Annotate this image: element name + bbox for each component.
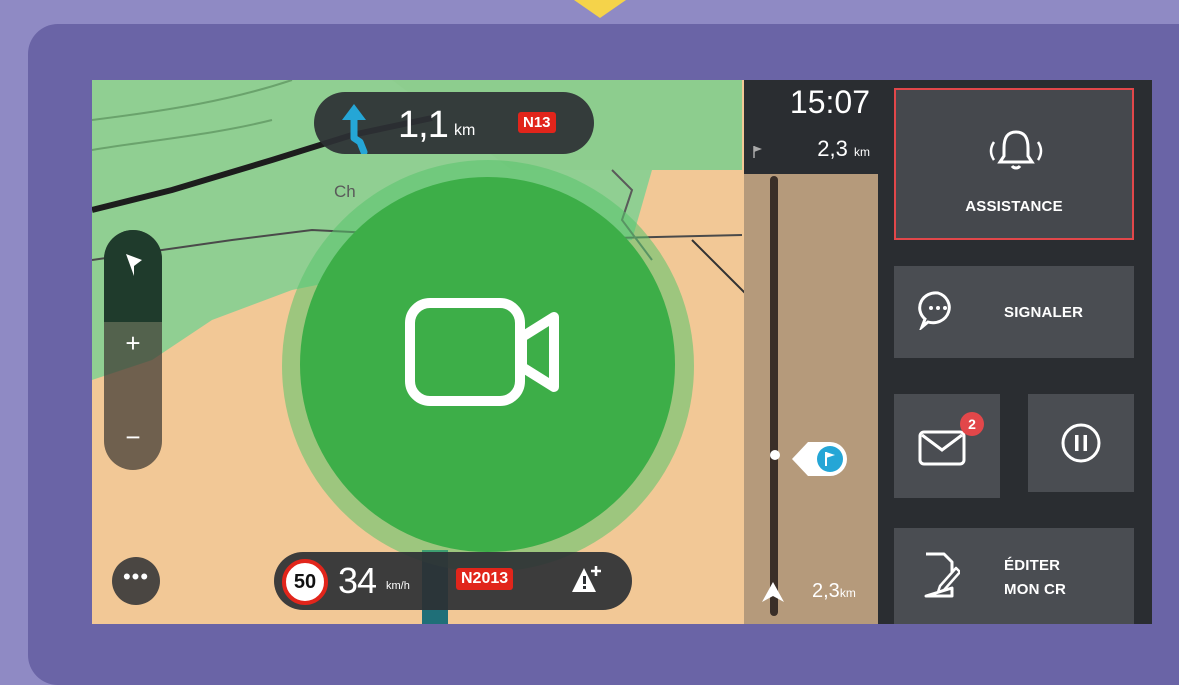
warning-plus-icon[interactable] xyxy=(570,564,604,598)
zoom-in-button[interactable]: + xyxy=(104,328,162,359)
instruction-distance-unit: km xyxy=(454,122,476,139)
side-panel: ASSISTANCE SIGNALER 2 ÉDITER MON CR xyxy=(878,80,1152,624)
speed-limit-sign: 50 xyxy=(282,559,328,605)
speed-unit: km/h xyxy=(386,580,410,592)
edit-report-label-line1: ÉDITER xyxy=(1004,557,1061,574)
map-view[interactable]: Ch 1,1 km N13 + − ••• 50 34 km/h N2013 1… xyxy=(92,80,878,624)
pause-button[interactable] xyxy=(1028,394,1134,492)
messages-button[interactable]: 2 xyxy=(894,394,1000,498)
pointer-marker xyxy=(574,0,626,18)
bell-icon xyxy=(989,130,1043,170)
signaler-button[interactable]: SIGNALER xyxy=(894,266,1134,358)
assistance-label: ASSISTANCE xyxy=(965,198,1063,215)
speed-panel: 50 34 km/h N2013 xyxy=(274,552,632,610)
signaler-label: SIGNALER xyxy=(1004,304,1084,321)
zoom-out-button[interactable]: − xyxy=(104,422,162,453)
edit-report-label-line2: MON CR xyxy=(1004,581,1067,598)
assistance-button[interactable]: ASSISTANCE xyxy=(894,88,1134,240)
destination-flag-small-icon xyxy=(753,146,762,158)
route-bottom-distance: 2,3km xyxy=(812,580,856,603)
road-badge-n2013: N2013 xyxy=(456,568,514,590)
camera-icon xyxy=(405,298,559,406)
pause-icon xyxy=(1061,423,1101,463)
more-options-button[interactable]: ••• xyxy=(112,557,160,605)
current-position-dot xyxy=(770,450,780,460)
edit-report-button[interactable]: ÉDITER MON CR xyxy=(894,528,1134,624)
turn-left-arrow-icon xyxy=(342,104,368,154)
compass-button[interactable] xyxy=(104,230,162,322)
compass-icon xyxy=(126,254,142,276)
remaining-distance-unit: km xyxy=(854,145,870,159)
route-track xyxy=(770,176,778,616)
chat-bubble-icon xyxy=(918,291,951,330)
remaining-distance-value: 2,3 xyxy=(817,136,848,161)
road-badge-n13: N13 xyxy=(518,112,556,133)
current-speed: 34 xyxy=(338,560,377,601)
town-label: Ch xyxy=(334,182,356,201)
route-progress-bar: 15:07 2,3 km 2,3km xyxy=(744,80,878,624)
route-bottom-distance-unit: km xyxy=(839,586,856,600)
zoom-control: + − xyxy=(104,230,162,470)
nav-screen: Ch 1,1 km N13 + − ••• 50 34 km/h N2013 1… xyxy=(92,80,1152,624)
arrival-time: 15:07 xyxy=(789,84,870,120)
route-bottom-distance-value: 2,3 xyxy=(812,580,840,602)
position-arrow-icon xyxy=(762,582,784,602)
destination-flag-icon[interactable] xyxy=(788,436,858,482)
remaining-distance: 2,3 km xyxy=(817,136,870,162)
next-instruction-panel[interactable]: 1,1 km N13 xyxy=(314,92,594,154)
edit-document-icon xyxy=(924,552,960,598)
messages-badge: 2 xyxy=(960,412,984,436)
arrival-info: 15:07 2,3 km xyxy=(744,80,878,174)
instruction-distance: 1,1 xyxy=(398,104,449,146)
edit-report-label: ÉDITER MON CR xyxy=(1004,554,1066,602)
